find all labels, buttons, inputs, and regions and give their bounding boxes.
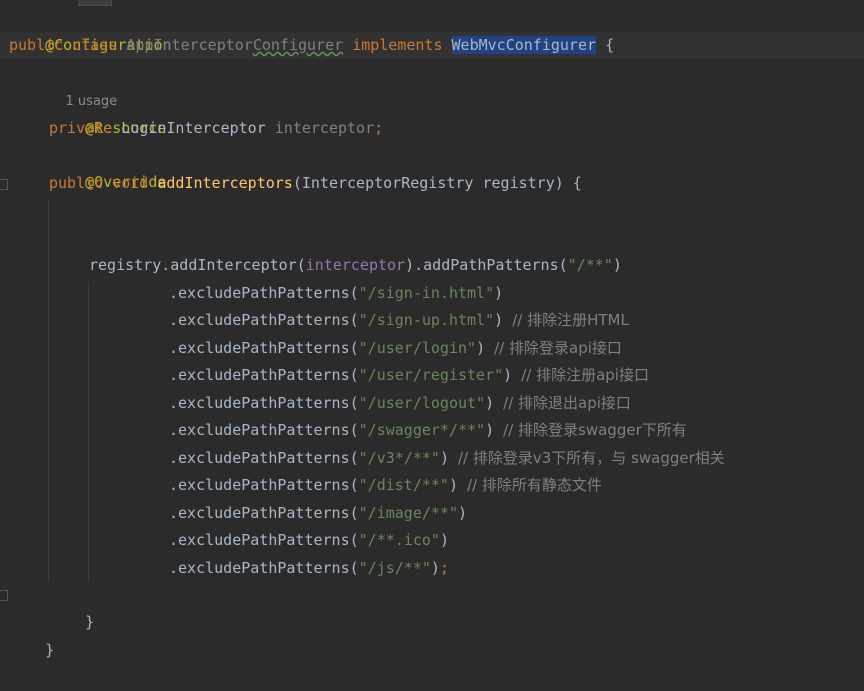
- line-comment: // 排除注册HTML: [512, 311, 629, 329]
- exclude-call: .excludePathPatterns(: [169, 531, 359, 549]
- line-comment: // 排除所有静态文件: [467, 476, 602, 494]
- close-paren: ): [448, 476, 458, 494]
- class-name-typo-part: Configurer: [252, 36, 344, 54]
- line-comment: // 排除登录v3下所有，与 swagger相关: [458, 449, 725, 467]
- exclude-pattern-string: "/sign-up.html": [358, 311, 495, 329]
- close-paren: ): [430, 559, 440, 577]
- close-paren: ): [485, 421, 495, 439]
- registry-call: registry.addInterceptor(: [89, 256, 306, 274]
- keyword-void: void: [112, 174, 149, 192]
- code-line[interactable]: .excludePathPatterns("/image/**"): [169, 500, 467, 527]
- code-line[interactable]: .excludePathPatterns("/user/login") // 排…: [169, 335, 622, 362]
- exclude-call: .excludePathPatterns(: [169, 366, 359, 384]
- close-paren: ): [494, 284, 504, 302]
- exclude-call: .excludePathPatterns(: [169, 559, 359, 577]
- field-name: interceptor: [274, 119, 375, 137]
- interceptor-arg: interceptor: [305, 256, 406, 274]
- indent-guide: [48, 200, 49, 580]
- exclude-call: .excludePathPatterns(: [169, 476, 359, 494]
- keyword-public: public: [9, 36, 64, 54]
- path-pattern-string: "/**": [567, 256, 613, 274]
- fold-marker-icon[interactable]: [0, 179, 8, 190]
- add-path-call: ).addPathPatterns(: [405, 256, 568, 274]
- keyword-class: class: [72, 36, 118, 54]
- exclude-call: .excludePathPatterns(: [169, 421, 359, 439]
- code-line[interactable]: .excludePathPatterns("/user/logout") // …: [169, 390, 631, 417]
- exclude-pattern-string: "/swagger*/**": [358, 421, 486, 439]
- code-line[interactable]: @Configuration: [9, 5, 171, 54]
- semicolon: ;: [374, 119, 384, 137]
- close-paren: ): [494, 311, 504, 329]
- exclude-pattern-string: "/user/register": [358, 366, 504, 384]
- method-params: (InterceptorRegistry registry) {: [292, 174, 582, 192]
- field-type: LoginInterceptor: [121, 119, 266, 137]
- code-line[interactable]: @Resource: [49, 88, 166, 137]
- keyword-private: private: [49, 119, 113, 137]
- line-comment: // 排除登录api接口: [494, 339, 622, 357]
- keyword-implements: implements: [352, 36, 443, 54]
- code-line[interactable]: .excludePathPatterns("/swagger*/**") // …: [169, 417, 687, 444]
- close-paren: ): [503, 366, 513, 384]
- line-comment: // 排除注册api接口: [521, 366, 649, 384]
- open-brace: {: [605, 36, 615, 54]
- exclude-pattern-string: "/user/login": [358, 339, 477, 357]
- line-comment: // 排除登录swagger下所有: [503, 421, 687, 439]
- code-line[interactable]: .excludePathPatterns("/dist/**") // 排除所有…: [169, 472, 602, 499]
- close-paren: ): [439, 531, 449, 549]
- code-line[interactable]: .excludePathPatterns("/sign-in.html"): [169, 280, 503, 307]
- exclude-call: .excludePathPatterns(: [169, 394, 359, 412]
- code-line[interactable]: .excludePathPatterns("/v3*/**") // 排除登录v…: [169, 445, 725, 472]
- code-editor[interactable]: @Configuration public class AppIntercept…: [0, 0, 864, 659]
- code-line[interactable]: public class AppInterceptorConfigurer im…: [9, 32, 614, 59]
- semicolon: ;: [439, 559, 449, 577]
- exclude-pattern-string: "/sign-in.html": [358, 284, 495, 302]
- class-close-brace: }: [45, 641, 55, 659]
- close-paren: ): [485, 394, 495, 412]
- code-line[interactable]: .excludePathPatterns("/js/**");: [169, 555, 449, 582]
- exclude-pattern-string: "/**.ico": [358, 531, 440, 549]
- exclude-call: .excludePathPatterns(: [169, 449, 359, 467]
- usage-hint[interactable]: 1 usage: [49, 61, 118, 109]
- line-comment: // 排除退出api接口: [503, 394, 631, 412]
- exclude-pattern-string: "/dist/**": [358, 476, 449, 494]
- exclude-call: .excludePathPatterns(: [169, 311, 359, 329]
- code-line[interactable]: .excludePathPatterns("/user/register") /…: [169, 362, 649, 389]
- fold-marker-icon[interactable]: [0, 590, 8, 601]
- exclude-call: .excludePathPatterns(: [169, 339, 359, 357]
- close-paren: ): [458, 504, 468, 522]
- indent-guide: [88, 282, 89, 580]
- code-line[interactable]: @Override: [49, 142, 166, 191]
- exclude-pattern-string: "/user/logout": [358, 394, 486, 412]
- code-line[interactable]: }: [49, 582, 94, 631]
- exclude-pattern-string: "/image/**": [358, 504, 458, 522]
- code-line[interactable]: }: [9, 610, 54, 659]
- keyword-public: public: [49, 174, 104, 192]
- exclude-pattern-string: "/v3*/**": [358, 449, 440, 467]
- class-name-part: AppInterceptor: [126, 36, 253, 54]
- close-paren: ): [439, 449, 449, 467]
- exclude-call: .excludePathPatterns(: [169, 284, 359, 302]
- code-line[interactable]: .excludePathPatterns("/**.ico"): [169, 527, 449, 554]
- method-name: addInterceptors: [157, 174, 293, 192]
- code-line[interactable]: private LoginInterceptor interceptor;: [49, 115, 383, 142]
- close-paren: ): [476, 339, 486, 357]
- close-paren: ): [612, 256, 622, 274]
- code-line[interactable]: .excludePathPatterns("/sign-up.html") //…: [169, 307, 629, 334]
- interface-name-selected: WebMvcConfigurer: [451, 36, 597, 54]
- code-line[interactable]: registry.addInterceptor(interceptor).add…: [89, 252, 622, 279]
- code-line[interactable]: public void addInterceptors(InterceptorR…: [49, 170, 582, 197]
- exclude-call: .excludePathPatterns(: [169, 504, 359, 522]
- method-close-brace: }: [85, 613, 95, 631]
- exclude-pattern-string: "/js/**": [358, 559, 431, 577]
